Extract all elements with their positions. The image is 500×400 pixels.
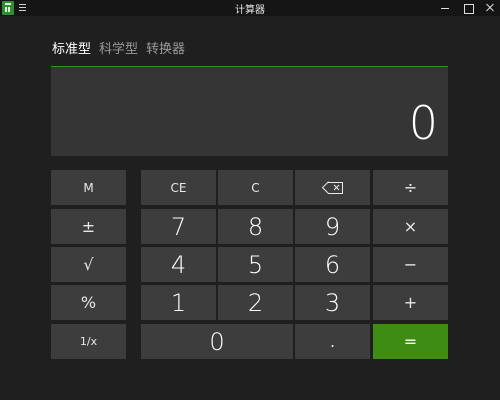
window-title: 计算器 [235,5,265,16]
tab-standard[interactable]: 标准型 [52,38,91,57]
clear-button[interactable]: C [218,170,293,205]
digit-8-button[interactable]: 8 [218,209,293,244]
digit-2-button[interactable]: 2 [218,285,293,320]
backspace-button[interactable] [295,170,370,205]
tab-converter[interactable]: 转换器 [146,38,185,57]
digit-5-button[interactable]: 5 [218,247,293,282]
sqrt-button[interactable]: √ [51,247,126,282]
mode-tabs: 标准型 科学型 转换器 [52,38,185,57]
negate-button[interactable]: ± [51,209,126,244]
tab-scientific[interactable]: 科学型 [99,38,138,57]
clear-entry-button[interactable]: CE [141,170,216,205]
close-icon[interactable] [480,0,500,16]
digit-0-button[interactable]: 0 [141,324,293,359]
title-bar: 计算器 [0,0,500,16]
percent-button[interactable]: % [51,285,126,320]
digit-3-button[interactable]: 3 [295,285,370,320]
digit-9-button[interactable]: 9 [295,209,370,244]
maximize-icon[interactable] [458,0,478,16]
digit-6-button[interactable]: 6 [295,247,370,282]
minus-button[interactable]: − [373,247,448,282]
display-value: 0 [408,96,438,150]
digit-4-button[interactable]: 4 [141,247,216,282]
divide-button[interactable]: ÷ [373,170,448,205]
reciprocal-button[interactable]: 1/x [51,324,126,359]
multiply-button[interactable]: × [373,209,448,244]
equals-button[interactable]: = [373,324,448,359]
minimize-icon[interactable] [435,0,455,16]
digit-1-button[interactable]: 1 [141,285,216,320]
memory-button[interactable]: M [51,170,126,205]
plus-button[interactable]: + [373,285,448,320]
result-display: 0 [51,66,448,156]
digit-7-button[interactable]: 7 [141,209,216,244]
backspace-icon [321,180,343,194]
decimal-button[interactable]: . [295,324,370,359]
